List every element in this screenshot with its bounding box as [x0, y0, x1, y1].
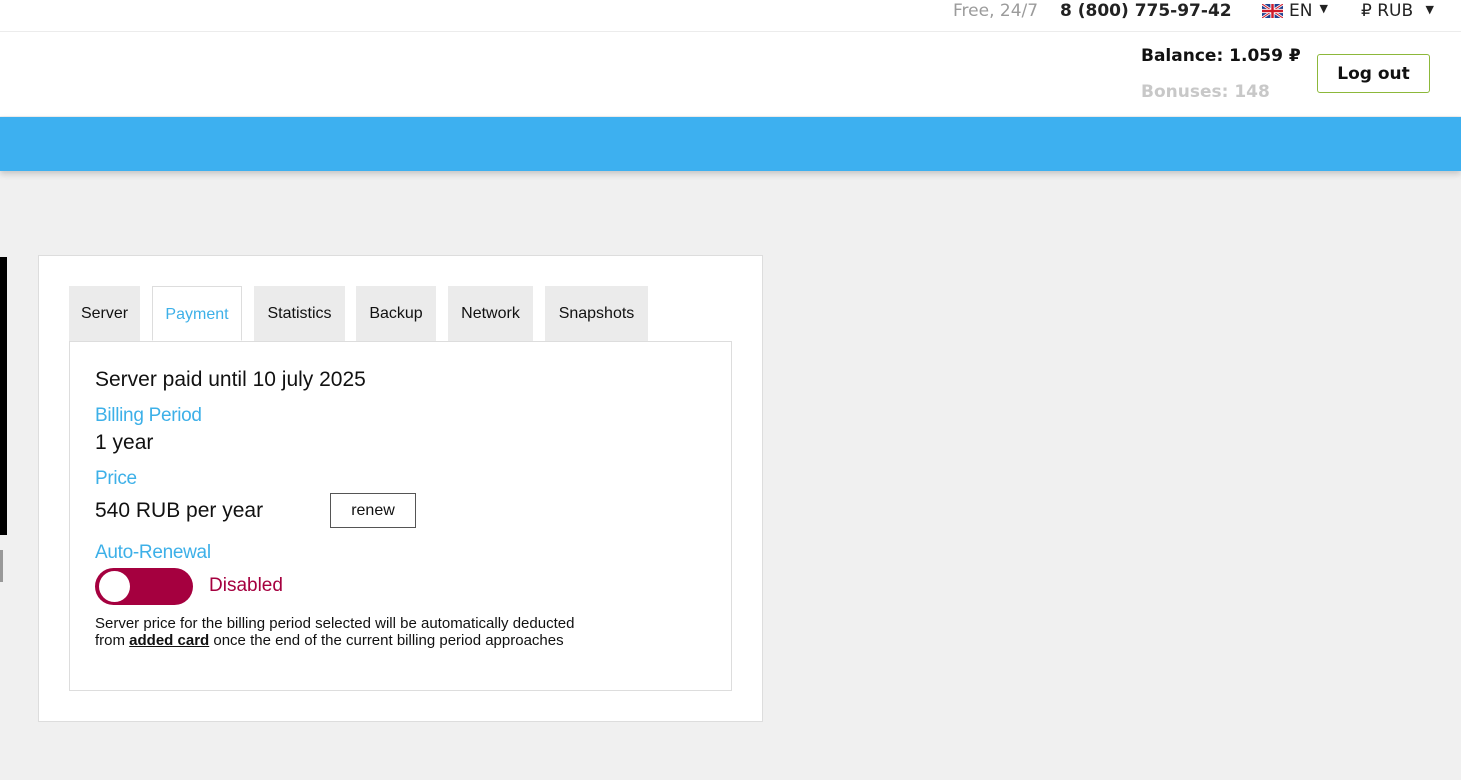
caret-down-icon: ▼: [1425, 3, 1435, 16]
auto-renewal-label: Auto-Renewal: [95, 542, 211, 563]
tab-snapshots[interactable]: Snapshots: [545, 286, 648, 341]
support-hours: Free, 24/7: [953, 1, 1039, 21]
server-panel: Server Payment Statistics Backup Network…: [38, 255, 763, 722]
phone-number[interactable]: 8 (800) 775-97-42: [1060, 1, 1232, 21]
toggle-knob: [99, 571, 130, 602]
tab-network[interactable]: Network: [448, 286, 533, 341]
paid-until-text: Server paid until 10 july 2025: [95, 368, 366, 391]
tab-server[interactable]: Server: [69, 286, 140, 341]
currency-selector[interactable]: ₽ RUB ▼: [1361, 1, 1434, 21]
caret-down-icon: ▼: [1319, 1, 1328, 15]
renew-button[interactable]: renew: [330, 493, 416, 528]
language-label: EN: [1289, 1, 1313, 21]
tab-payment[interactable]: Payment: [152, 286, 242, 341]
account-header: Balance: 1.059 ₽ Bonuses: 148 Log out: [0, 32, 1461, 116]
logout-button[interactable]: Log out: [1317, 54, 1430, 93]
sidebar-edge-handle: [0, 550, 3, 582]
added-card-link[interactable]: added card: [129, 632, 209, 649]
tab-statistics[interactable]: Statistics: [254, 286, 345, 341]
language-selector[interactable]: EN ▼: [1262, 1, 1328, 21]
top-bar: Free, 24/7 8 (800) 775-97-42 EN ▼ ₽ RUB …: [0, 0, 1461, 32]
payment-tab-content: Server paid until 10 july 2025 Billing P…: [69, 341, 732, 691]
price-label: Price: [95, 468, 137, 489]
uk-flag-icon: [1262, 4, 1283, 18]
tab-backup[interactable]: Backup: [356, 286, 436, 341]
sidebar-edge: [0, 257, 7, 535]
billing-period-label: Billing Period: [95, 405, 202, 426]
auto-renewal-toggle[interactable]: [95, 568, 193, 605]
navigation-bar: [0, 117, 1461, 171]
auto-renewal-note: Server price for the billing period sele…: [95, 615, 595, 649]
bonuses: Bonuses: 148: [1141, 82, 1270, 102]
auto-renewal-state: Disabled: [209, 575, 283, 596]
billing-period-value: 1 year: [95, 431, 154, 454]
currency-label: ₽ RUB: [1361, 1, 1414, 21]
price-value: 540 RUB per year: [95, 499, 264, 522]
balance: Balance: 1.059 ₽: [1141, 46, 1301, 66]
note-text-end: once the end of the current billing peri…: [209, 632, 564, 649]
